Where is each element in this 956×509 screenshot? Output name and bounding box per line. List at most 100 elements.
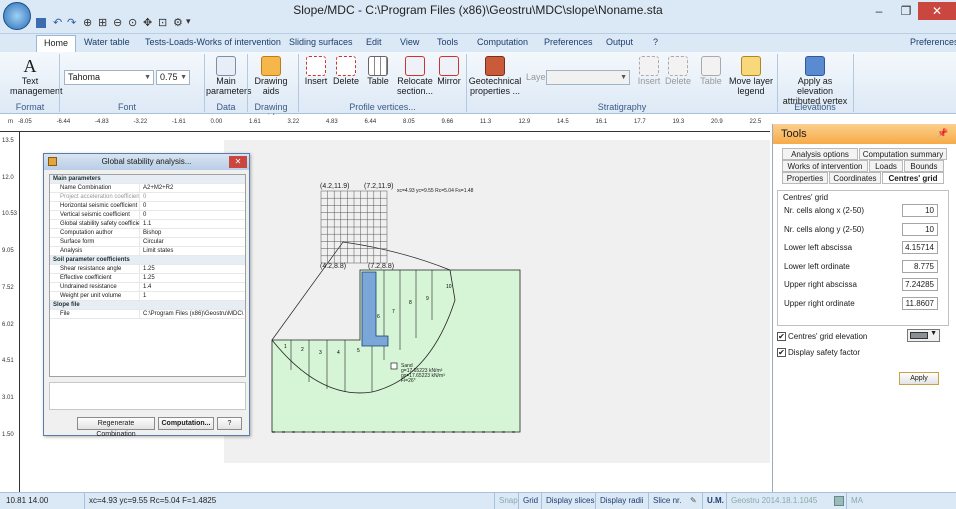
property-row[interactable]: Project acceleration coefficient 0 (50, 193, 245, 202)
property-row[interactable]: Name Combination A2+M2+R2 (50, 184, 245, 193)
preferences-link[interactable]: Preferences (910, 37, 956, 47)
property-category[interactable]: Main parameters (50, 175, 245, 184)
color-swatch (910, 332, 928, 339)
grid-label-ul: (4.2,11.9) (320, 183, 350, 190)
property-row[interactable]: Computation author Bishop (50, 229, 245, 238)
property-row[interactable]: Vertical seismic coefficient 0 (50, 211, 245, 220)
color-picker-button[interactable]: ▼ (907, 329, 940, 342)
grid-label-ll: (4.2,8.8) (320, 263, 347, 270)
slice-number: 8 (409, 300, 412, 306)
grid-toggle[interactable]: Grid (518, 493, 542, 509)
property-value[interactable]: A2+M2+R2 (140, 184, 245, 192)
slice-nr-toggle[interactable]: Slice nr. (648, 493, 685, 509)
slice-number: 1 (284, 344, 287, 350)
tab-bounds[interactable]: Bounds (904, 160, 944, 172)
close-button[interactable]: ✕ (918, 2, 956, 20)
property-value[interactable]: 1 (140, 292, 245, 300)
field-input[interactable]: 10 (902, 222, 938, 236)
property-value[interactable]: C:\Program Files (x86)\Geostru\MDC\ (140, 310, 245, 318)
minimize-button[interactable]: – (866, 2, 892, 20)
dialog-close-button[interactable]: ✕ (229, 156, 247, 168)
slice-number: 9 (426, 296, 429, 302)
property-key: Effective coefficient (50, 274, 140, 282)
field-input[interactable]: 4.15714 (902, 241, 938, 254)
property-value[interactable]: 0 (140, 193, 245, 201)
restore-button[interactable]: ❐ (893, 2, 919, 20)
field-input[interactable]: 11.8607 (902, 296, 938, 310)
field-label: Upper right abscissa (784, 280, 857, 289)
group-title: Centres' grid (783, 193, 829, 202)
property-key: File (50, 310, 140, 318)
apply-elevation-button[interactable]: Apply as elevation attributed vertex (779, 56, 851, 106)
category-title: Main parameters (53, 176, 101, 182)
display-safety-factor-label: Display safety factor (788, 348, 861, 357)
property-value[interactable]: 1.25 (140, 274, 245, 282)
tools-panel: Tools 📌 Analysis options Computation sum… (772, 124, 956, 492)
property-key: Shear resistance angle (50, 265, 140, 273)
property-key: Global stability safety coefficient (50, 220, 140, 228)
apply-button[interactable]: Apply (899, 372, 939, 385)
grid-label-lr: (7.2,8.8) (368, 263, 395, 270)
property-value[interactable]: 0 (140, 202, 245, 210)
property-value[interactable]: Circular (140, 238, 245, 246)
ma-icon (834, 496, 844, 506)
dialog-title[interactable]: Global stability analysis... (44, 154, 249, 170)
tab-coordinates[interactable]: Coordinates (829, 172, 881, 184)
field-input[interactable]: 10 (902, 204, 938, 217)
tab-computation-summary[interactable]: Computation summary (859, 148, 947, 160)
ribbon-separator (853, 54, 854, 112)
field-input[interactable]: 7.24285 (902, 278, 938, 291)
property-row[interactable]: Weight per unit volume 1 (50, 292, 245, 301)
slice-number: 2 (301, 347, 304, 353)
property-category[interactable]: Soil parameter coefficients (50, 256, 245, 265)
help-button[interactable]: ? (217, 417, 242, 430)
global-stability-dialog: Global stability analysis... ✕ Main para… (43, 153, 250, 438)
property-key: Surface form (50, 238, 140, 246)
property-row[interactable]: Global stability safety coefficient 1.1 (50, 220, 245, 229)
property-grid: Main parameters Name Combination A2+M2+R2 P… (49, 174, 246, 377)
property-value[interactable]: 1.25 (140, 265, 245, 273)
result-label: xc=4.93 yc=9.55 Rc=5.04 Fs=1.48 (397, 188, 474, 194)
property-row[interactable]: Analysis Limit states (50, 247, 245, 256)
computation-button[interactable]: Computation... (158, 417, 214, 430)
property-value[interactable]: 1.4 (140, 283, 245, 291)
tools-header: Tools (773, 124, 956, 144)
ma-label: MA (846, 493, 867, 509)
cursor-coords: 10.81 14.00 (6, 496, 49, 505)
property-row[interactable]: Surface form Circular (50, 238, 245, 247)
property-row[interactable]: Horizontal seismic coefficient 0 (50, 202, 245, 211)
field-input[interactable]: 8.775 (902, 259, 938, 273)
tab-loads[interactable]: Loads (869, 160, 903, 172)
property-category[interactable]: Slope file (50, 301, 245, 310)
tab-works-of-intervention[interactable]: Works of intervention (782, 160, 868, 172)
regenerate-combination-button[interactable]: Regenerate Combination (77, 417, 155, 438)
property-key: Project acceleration coefficient (50, 193, 140, 201)
property-row[interactable]: Shear resistance angle 1.25 (50, 265, 245, 274)
property-value[interactable]: Bishop (140, 229, 245, 237)
property-value[interactable]: 1.1 (140, 220, 245, 228)
display-slices-toggle[interactable]: Display slices (541, 493, 598, 509)
units-button[interactable]: U.M. (702, 493, 728, 509)
status-result: xc=4.93 yc=9.55 Rc=5.04 F=1.4825 (84, 493, 220, 509)
tab-analysis-options[interactable]: Analysis options (782, 148, 858, 160)
centres-grid-elevation-checkbox[interactable]: ✔ (777, 332, 786, 341)
tab-properties[interactable]: Properties (782, 172, 828, 184)
centres-grid-elevation-label: Centres' grid elevation (788, 332, 868, 341)
field-label: Nr. cells along x (2-50) (784, 206, 865, 215)
property-row[interactable]: File C:\Program Files (x86)\Geostru\MDC\ (50, 310, 245, 319)
display-radii-toggle[interactable]: Display radii (595, 493, 648, 509)
property-value[interactable]: 0 (140, 211, 245, 219)
tab-centres-grid[interactable]: Centres' grid (882, 172, 944, 184)
property-key: Computation author (50, 229, 140, 237)
pin-icon[interactable]: 📌 (937, 128, 948, 139)
display-safety-factor-checkbox[interactable]: ✔ (777, 348, 786, 357)
ribbon-separator (777, 54, 778, 112)
property-row[interactable]: Undrained resistance 1.4 (50, 283, 245, 292)
property-row[interactable]: Effective coefficient 1.25 (50, 274, 245, 283)
status-bar: 10.81 14.00 xc=4.93 yc=9.55 Rc=5.04 F=1.… (0, 492, 956, 509)
group-elevations-label: Elevations (794, 102, 836, 112)
centres-grid (320, 190, 388, 264)
property-value[interactable]: Limit states (140, 247, 245, 255)
field-label: Upper right ordinate (784, 298, 855, 308)
soil-line: Fi=26° (401, 378, 416, 384)
